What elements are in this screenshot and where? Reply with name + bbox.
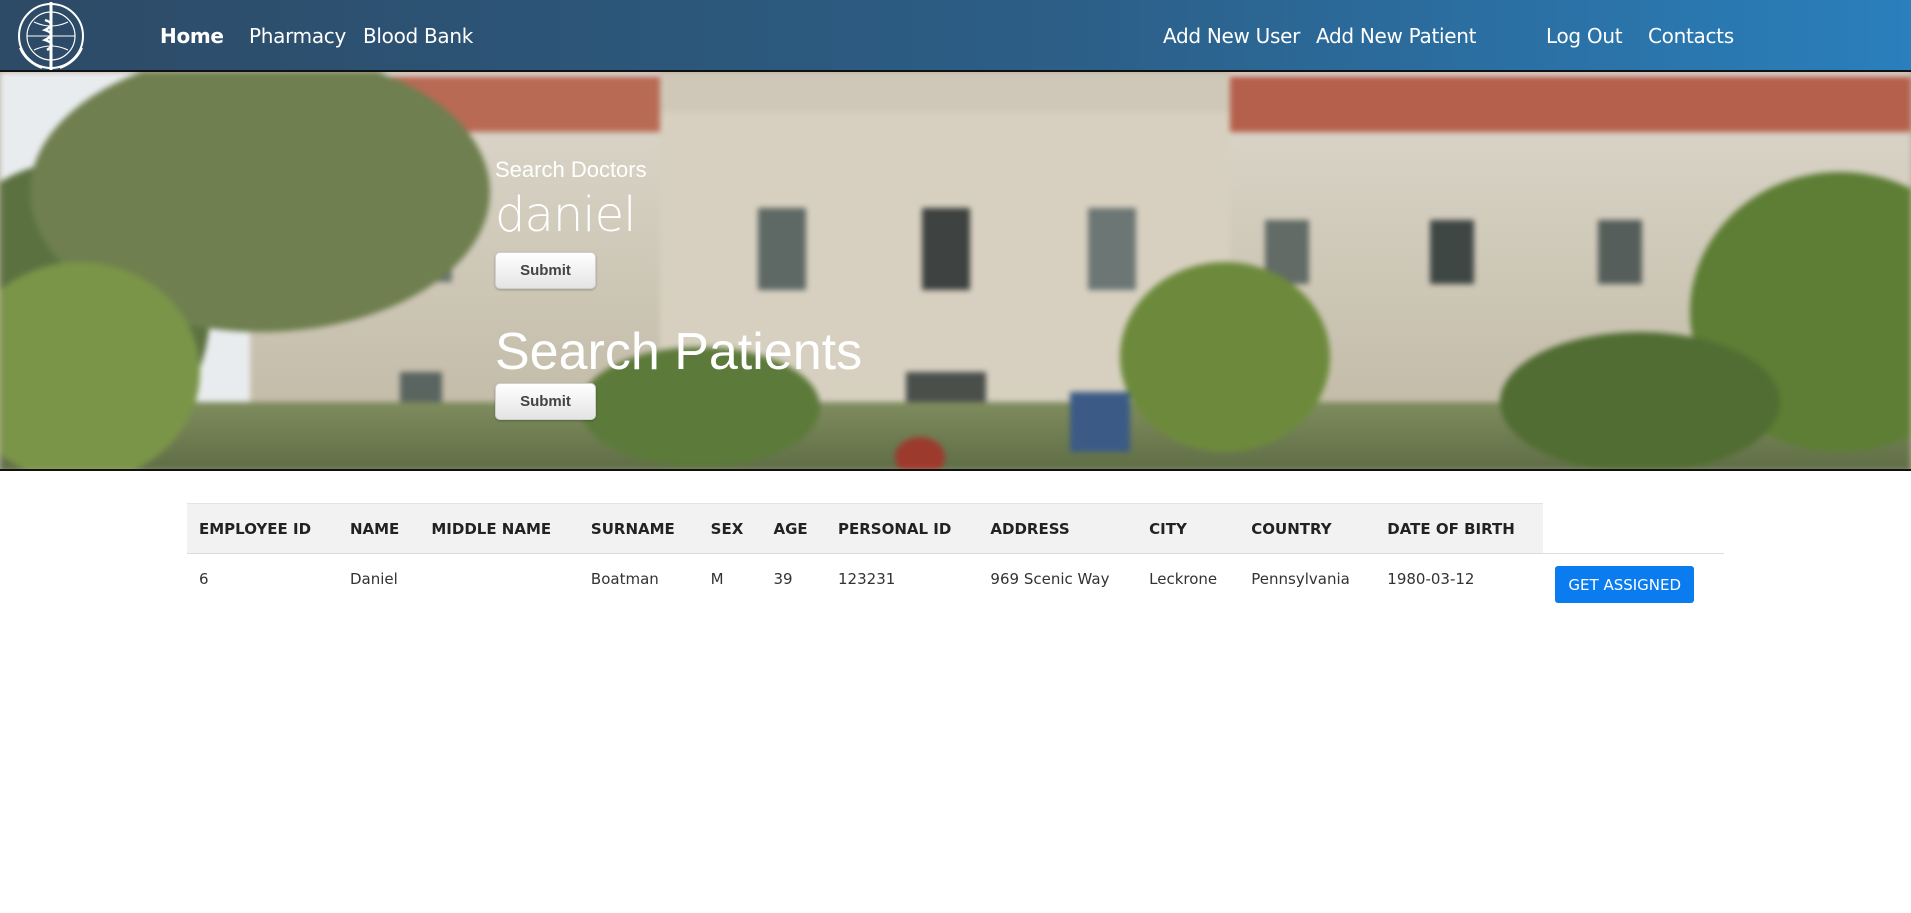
search-doctors-submit-button[interactable]: Submit	[495, 252, 596, 289]
column-header: SURNAME	[578, 503, 699, 554]
city-cell: Leckrone	[1149, 569, 1218, 588]
nav-contacts[interactable]: Contacts	[1648, 24, 1734, 48]
column-header: NAME	[337, 503, 420, 554]
column-header: PERSONAL ID	[826, 503, 979, 554]
column-header: DATE OF BIRTH	[1375, 503, 1544, 554]
nav-add-new-patient[interactable]: Add New Patient	[1316, 24, 1477, 48]
column-header: CITY	[1137, 503, 1240, 554]
column-header: MIDDLE NAME	[419, 503, 579, 554]
column-header: SEX	[698, 503, 762, 554]
search-patients-label: Search Patients	[495, 323, 863, 381]
column-header: AGE	[761, 503, 827, 554]
search-doctors-input[interactable]	[495, 188, 815, 242]
search-doctors-label: Search Doctors	[495, 157, 647, 182]
action-column-header	[1543, 503, 1724, 554]
nav-add-new-user[interactable]: Add New User	[1163, 24, 1300, 48]
column-header: EMPLOYEE ID	[187, 503, 338, 554]
action-cell: GET ASSIGNED	[1543, 554, 1724, 604]
search-patients-submit-button[interactable]: Submit	[495, 383, 596, 420]
who-emblem-icon[interactable]	[12, 0, 90, 72]
get-assigned-button[interactable]: GET ASSIGNED	[1555, 566, 1695, 604]
nav-log-out[interactable]: Log Out	[1546, 24, 1623, 48]
address-cell: 969 Scenic Way	[990, 569, 1110, 588]
sex-cell: M	[710, 569, 724, 588]
column-header: COUNTRY	[1239, 503, 1376, 554]
nav-home[interactable]: Home	[160, 24, 224, 48]
age-cell: 39	[773, 569, 793, 588]
column-header: ADDRESS	[978, 503, 1138, 554]
nav-pharmacy[interactable]: Pharmacy	[249, 24, 346, 48]
middle-name-cell	[419, 554, 579, 604]
table-header-row: EMPLOYEE ID NAME MIDDLE NAME SURNAME SEX…	[187, 503, 1724, 554]
hero-banner: Search Doctors Submit Search Patients Su…	[0, 72, 1911, 471]
doctor-results-table: EMPLOYEE ID NAME MIDDLE NAME SURNAME SEX…	[187, 503, 1724, 604]
country-cell: Pennsylvania	[1251, 569, 1350, 588]
name-cell: Daniel	[349, 569, 398, 588]
personal-id-cell: 123231	[838, 569, 896, 588]
date-of-birth-cell: 1980-03-12	[1387, 569, 1475, 588]
top-navbar: Home Pharmacy Blood Bank Add New User Ad…	[0, 0, 1911, 72]
surname-cell: Boatman	[590, 569, 659, 588]
hospital-building-image	[0, 72, 1911, 469]
table-row: 6 Daniel Boatman M 39 123231 969 Scenic …	[187, 554, 1724, 604]
employee-id-cell: 6	[199, 569, 209, 588]
nav-blood-bank[interactable]: Blood Bank	[363, 24, 473, 48]
